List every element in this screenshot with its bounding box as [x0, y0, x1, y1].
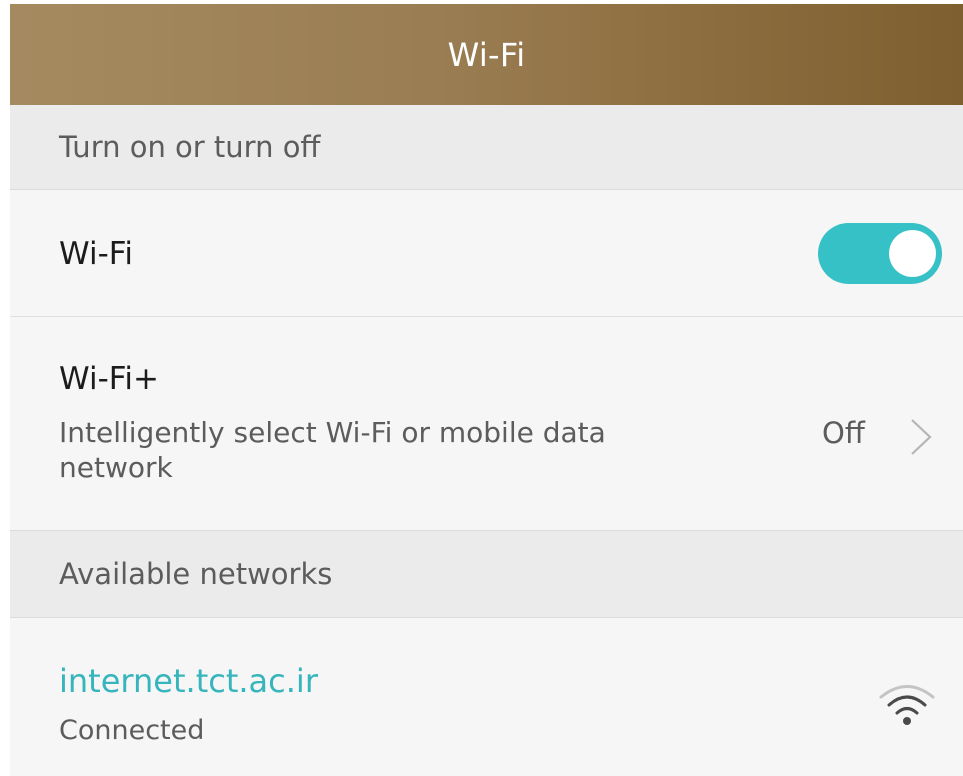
- wifi-plus-description: Intelligently select Wi-Fi or mobile dat…: [59, 416, 606, 484]
- wifi-plus-label: Wi-Fi+: [59, 361, 159, 397]
- network-ssid: internet.tct.ac.ir: [59, 662, 318, 700]
- network-list-item[interactable]: internet.tct.ac.ir Connected: [10, 618, 963, 776]
- wifi-plus-row[interactable]: Wi-Fi+ Intelligently select Wi-Fi or mob…: [10, 317, 963, 530]
- wifi-toggle-switch[interactable]: [818, 223, 942, 284]
- wifi-plus-status: Off: [822, 416, 865, 450]
- wifi-signal-icon: [879, 685, 935, 725]
- wifi-toggle-row[interactable]: Wi-Fi: [10, 190, 963, 317]
- page-title: Wi-Fi: [447, 35, 526, 74]
- section-header-turn-on-off: Turn on or turn off: [10, 105, 963, 190]
- section-header-label: Turn on or turn off: [59, 130, 321, 164]
- section-header-label: Available networks: [59, 557, 333, 591]
- wifi-settings-screen: Wi-Fi Turn on or turn off Wi-Fi Wi-Fi+ I…: [10, 4, 963, 776]
- section-header-available-networks: Available networks: [10, 530, 963, 618]
- chevron-right-icon: [911, 419, 932, 455]
- title-bar: Wi-Fi: [10, 4, 963, 105]
- network-status: Connected: [59, 715, 205, 746]
- toggle-knob: [889, 230, 936, 277]
- wifi-label: Wi-Fi: [59, 236, 133, 272]
